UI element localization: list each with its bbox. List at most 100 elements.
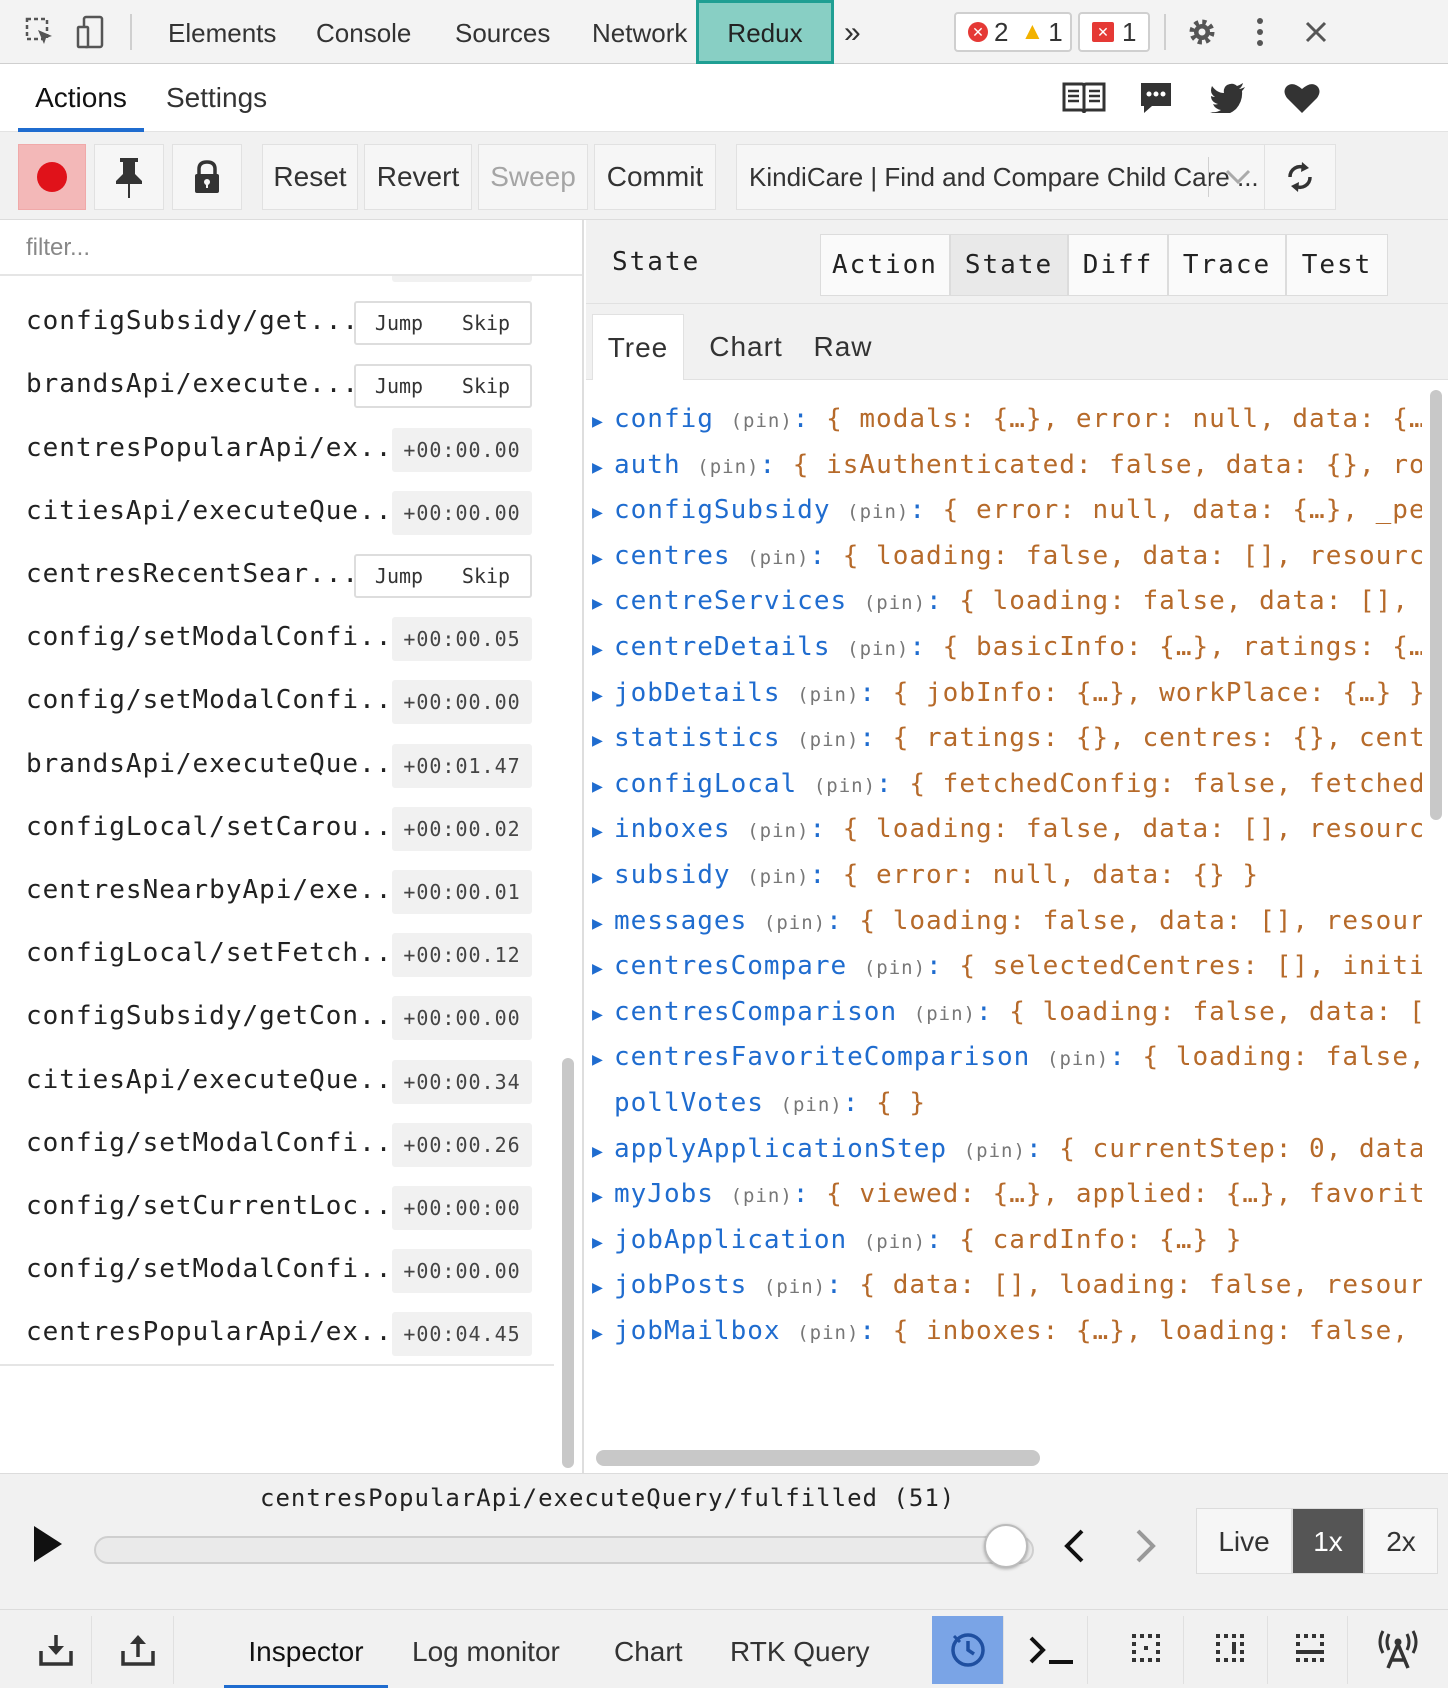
state-tree-node[interactable]: ▶ myJobs (pin): { viewed: {…}, applied: {… xyxy=(592,1179,1422,1223)
action-list-item[interactable]: config/setCurrentLoc... +00:00:00 xyxy=(0,1172,554,1240)
play-button[interactable] xyxy=(30,1524,70,1568)
skip-button[interactable]: Skip xyxy=(442,554,532,598)
action-list-item[interactable]: brandsApi/executeQue... +00:01.47 xyxy=(0,729,554,798)
tab-console[interactable]: Console xyxy=(316,0,411,64)
tab-actions[interactable]: Actions xyxy=(18,64,144,132)
inspect-element-icon[interactable] xyxy=(22,14,58,50)
import-button[interactable] xyxy=(20,1616,92,1684)
remote-button[interactable] xyxy=(1362,1616,1434,1684)
tab-diff[interactable]: Diff xyxy=(1068,234,1168,296)
tab-sources[interactable]: Sources xyxy=(455,0,550,64)
step-back-button[interactable] xyxy=(1060,1528,1090,1569)
action-list-item[interactable]: config/setModalConfi... +00:00.00 xyxy=(0,1235,554,1304)
state-tree-node[interactable]: ▶ config (pin): { modals: {…}, error: nul… xyxy=(592,404,1422,448)
tab-redux[interactable]: Redux xyxy=(696,0,834,64)
pin-link[interactable]: (pin) xyxy=(731,410,793,432)
state-tree-node[interactable]: ▶ inboxes (pin): { loading: false, data: … xyxy=(592,814,1422,858)
sweep-button[interactable]: Sweep xyxy=(478,144,588,210)
expand-arrow-icon[interactable]: ▶ xyxy=(592,548,614,569)
tab-inspector[interactable]: Inspector xyxy=(224,1610,388,1688)
tab-raw[interactable]: Raw xyxy=(798,314,888,380)
slider-toggle-button[interactable] xyxy=(1112,1616,1184,1684)
state-tree-node[interactable]: ▶ jobApplication (pin): { cardInfo: {…} } xyxy=(592,1225,1242,1269)
pin-link[interactable]: (pin) xyxy=(747,866,809,888)
tab-chart-monitor[interactable]: Chart xyxy=(614,1610,682,1688)
pin-link[interactable]: (pin) xyxy=(747,820,809,842)
pin-link[interactable]: (pin) xyxy=(814,775,876,797)
action-list-item[interactable]: citiesApi/executeQue... +00:00.34 xyxy=(0,1045,554,1114)
state-tree-node[interactable]: ▶ centres (pin): { loading: false, data: … xyxy=(592,541,1422,585)
state-tree-node[interactable]: ▶ auth (pin): { isAuthenticated: false, d… xyxy=(592,450,1422,494)
persist-timer-button[interactable] xyxy=(932,1616,1004,1684)
expand-arrow-icon[interactable]: ▶ xyxy=(592,821,614,842)
pin-link[interactable]: (pin) xyxy=(781,1094,843,1116)
tab-log-monitor[interactable]: Log monitor xyxy=(412,1610,560,1688)
expand-arrow-icon[interactable]: ▶ xyxy=(592,867,614,888)
expand-arrow-icon[interactable]: ▶ xyxy=(592,1141,614,1162)
slider-thumb[interactable] xyxy=(984,1524,1028,1568)
kebab-menu-icon[interactable] xyxy=(1242,14,1278,50)
expand-arrow-icon[interactable]: ▶ xyxy=(592,1323,614,1344)
tab-settings[interactable]: Settings xyxy=(166,64,267,132)
tab-rtk-query[interactable]: RTK Query xyxy=(730,1610,870,1688)
state-tree-node[interactable]: ▶ statistics (pin): { ratings: {}, centre… xyxy=(592,723,1422,767)
tab-state[interactable]: State xyxy=(950,234,1068,296)
state-tree-node[interactable]: ▶ configLocal (pin): { fetchedConfig: fal… xyxy=(592,769,1422,813)
record-button[interactable] xyxy=(18,144,86,210)
revert-button[interactable]: Revert xyxy=(364,144,472,210)
tab-test[interactable]: Test xyxy=(1286,234,1388,296)
expand-arrow-icon[interactable]: ▶ xyxy=(592,1049,614,1070)
dispatcher-button[interactable] xyxy=(1016,1616,1088,1684)
expand-arrow-icon[interactable]: ▶ xyxy=(592,502,614,523)
pin-link[interactable]: (pin) xyxy=(847,638,909,660)
expand-arrow-icon[interactable]: ▶ xyxy=(592,776,614,797)
state-tree-node[interactable]: pollVotes (pin): { } xyxy=(592,1088,926,1132)
skip-button[interactable]: Skip xyxy=(442,364,532,409)
speed-1x-button[interactable]: 1x xyxy=(1292,1508,1364,1574)
tab-action[interactable]: Action xyxy=(820,234,950,296)
jump-button[interactable]: Jump xyxy=(354,364,444,409)
action-list-item[interactable]: brandsApi/execute... Jump Skip xyxy=(0,350,554,419)
action-list-item[interactable]: centresNearbyApi/exe... +00:00.01 xyxy=(0,856,554,924)
state-tree-node[interactable]: ▶ applyApplicationStep (pin): { currentSt… xyxy=(592,1134,1422,1178)
action-list-item[interactable]: configSubsidy/get... Jump Skip xyxy=(0,287,554,356)
state-tree-node[interactable]: ▶ centreServices (pin): { loading: false,… xyxy=(592,586,1422,630)
step-forward-button[interactable] xyxy=(1130,1528,1160,1569)
gear-icon[interactable] xyxy=(1184,14,1220,50)
pin-link[interactable]: (pin) xyxy=(747,547,809,569)
tab-chart[interactable]: Chart xyxy=(696,314,796,380)
expand-arrow-icon[interactable]: ▶ xyxy=(592,958,614,979)
pin-link[interactable]: (pin) xyxy=(731,1185,793,1207)
more-tabs-button[interactable]: » xyxy=(844,0,861,64)
tree-horizontal-scrollbar[interactable] xyxy=(596,1450,1040,1466)
pin-link[interactable]: (pin) xyxy=(1047,1048,1109,1070)
feedback-chat-icon[interactable] xyxy=(1132,76,1180,120)
pin-link[interactable]: (pin) xyxy=(964,1140,1026,1162)
state-tree-node[interactable]: ▶ configSubsidy (pin): { error: null, dat… xyxy=(592,495,1422,539)
pin-link[interactable]: (pin) xyxy=(797,729,859,751)
action-list-item[interactable]: config/setModalConfi... +00:00.26 xyxy=(0,1108,554,1177)
state-tree-node[interactable]: ▶ centresCompare (pin): { selectedCentres… xyxy=(592,951,1422,995)
expand-arrow-icon[interactable]: ▶ xyxy=(592,639,614,660)
pin-link[interactable]: (pin) xyxy=(764,912,826,934)
expand-arrow-icon[interactable]: ▶ xyxy=(592,457,614,478)
expand-arrow-icon[interactable]: ▶ xyxy=(592,685,614,706)
state-tree-node[interactable]: ▶ jobDetails (pin): { jobInfo: {…}, workP… xyxy=(592,678,1422,722)
expand-arrow-icon[interactable]: ▶ xyxy=(592,1004,614,1025)
pin-button[interactable] xyxy=(94,144,164,210)
tab-tree[interactable]: Tree xyxy=(592,314,684,380)
pin-link[interactable]: (pin) xyxy=(914,1003,976,1025)
pin-link[interactable]: (pin) xyxy=(864,1231,926,1253)
action-list-item[interactable]: configSubsidy/getCon... +00:00.00 xyxy=(0,982,554,1051)
state-tree-node[interactable]: ▶ centresFavoriteComparison (pin): { load… xyxy=(592,1042,1422,1086)
state-tree-node[interactable]: ▶ jobMailbox (pin): { inboxes: {…}, loadi… xyxy=(592,1316,1422,1360)
action-list-item[interactable]: centresPopularApi/ex... +00:04.45 xyxy=(0,1298,554,1367)
expand-arrow-icon[interactable]: ▶ xyxy=(592,593,614,614)
state-tree-node[interactable]: ▶ jobPosts (pin): { data: [], loading: fa… xyxy=(592,1270,1422,1314)
speed-live-button[interactable]: Live xyxy=(1196,1508,1292,1574)
left-scrollbar[interactable] xyxy=(562,1058,574,1468)
jump-button[interactable]: Jump xyxy=(354,554,444,598)
open-window-left-button[interactable] xyxy=(1196,1616,1268,1684)
pin-link[interactable]: (pin) xyxy=(864,592,926,614)
tab-trace[interactable]: Trace xyxy=(1168,234,1286,296)
